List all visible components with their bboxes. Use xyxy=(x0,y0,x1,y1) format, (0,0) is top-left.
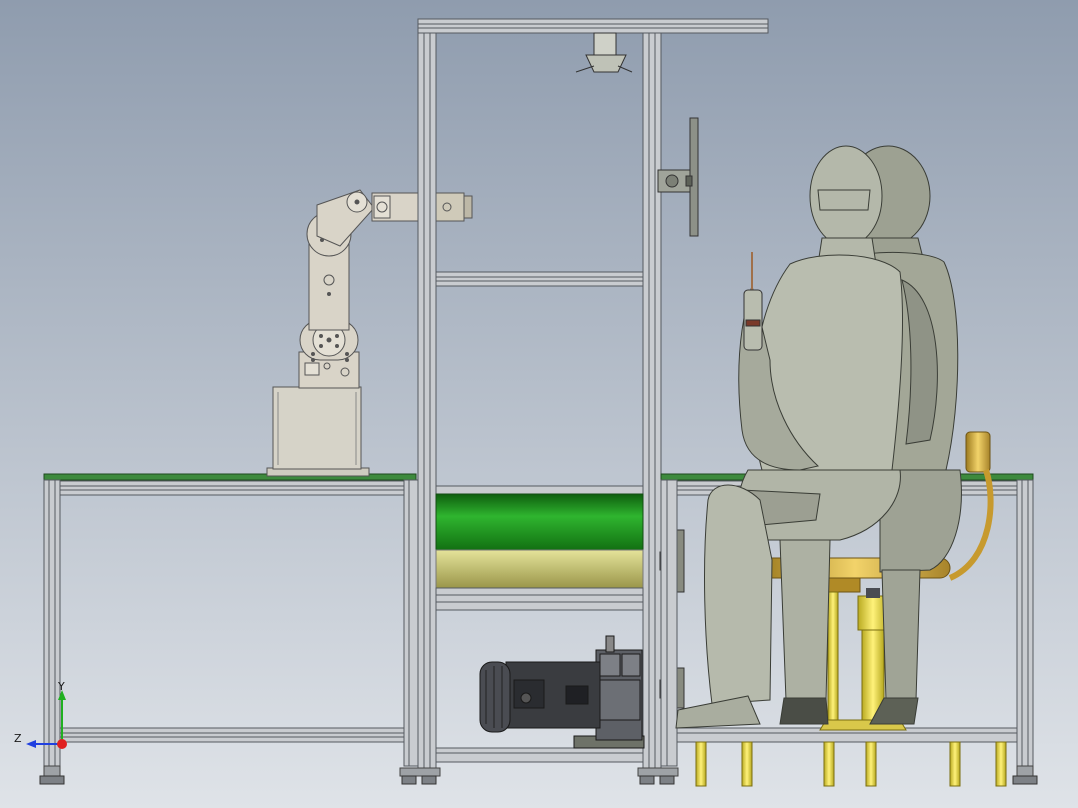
tower-post-right xyxy=(642,32,662,769)
foot-pad xyxy=(39,775,65,785)
mannequin-rear-leg xyxy=(881,569,921,701)
triad-z-label: Z xyxy=(14,732,22,745)
tower-crossbar-bottom xyxy=(435,747,644,763)
mannequin-front-head xyxy=(809,145,883,247)
roller-yellow-section xyxy=(435,549,644,589)
tower-crossbar-lower xyxy=(435,587,644,611)
robot-gripper xyxy=(435,192,465,222)
cad-viewport[interactable]: Z Y xyxy=(0,0,1078,808)
left-leg-rear xyxy=(403,479,419,767)
triad-y-label: Y xyxy=(57,680,65,693)
left-top-rail xyxy=(59,480,405,496)
roller-drum[interactable] xyxy=(435,485,644,611)
mannequin-front-leg xyxy=(704,484,773,705)
cad-scene[interactable]: Z Y xyxy=(0,0,1078,808)
roller-green-section xyxy=(435,493,644,551)
chair-backrest xyxy=(965,431,991,473)
tower-post-left xyxy=(417,32,437,769)
right-leg-rear xyxy=(1016,479,1034,767)
left-bottom-rail xyxy=(59,727,405,743)
robot-base-box[interactable] xyxy=(266,386,370,477)
triad-x-axis xyxy=(57,739,67,749)
right-leg-front xyxy=(660,479,678,767)
left-leg-front xyxy=(43,479,61,767)
tower-top-beam xyxy=(417,18,769,34)
tower-crossbar-upper xyxy=(435,271,644,287)
